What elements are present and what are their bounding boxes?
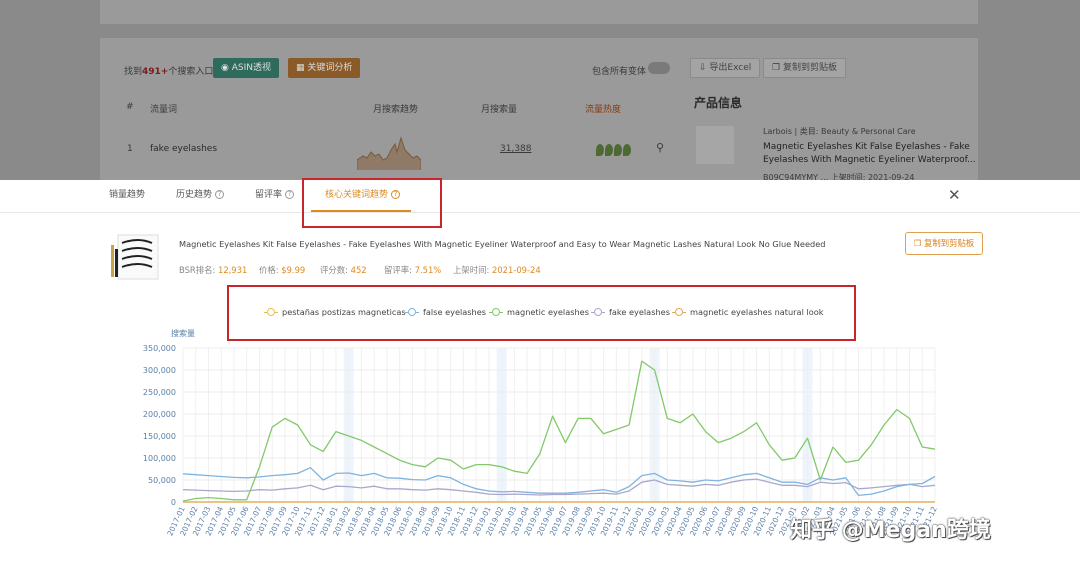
bg-product-title-2[interactable]: Eyelashes With Magnetic Eyeliner Waterpr… xyxy=(763,155,976,165)
col-index-header: # xyxy=(126,102,134,112)
price: 价格: $9.99 xyxy=(259,265,306,275)
y-axis-title: 搜索量 xyxy=(171,328,195,338)
close-icon[interactable]: ✕ xyxy=(948,186,961,204)
row-volume[interactable]: 31,388 xyxy=(500,144,532,154)
legend-marker-icon xyxy=(405,308,419,316)
row-index: 1 xyxy=(127,144,133,154)
series-line-false-eyelashes xyxy=(182,467,936,497)
y-tick-label: 300,000 xyxy=(143,366,176,375)
background-card-top xyxy=(100,0,978,24)
help-icon[interactable]: ? xyxy=(215,190,225,199)
asin-view-button[interactable]: ◉ ASIN透视 xyxy=(213,58,279,78)
y-tick-label: 200,000 xyxy=(143,410,176,419)
col-keyword-header: 流量词 xyxy=(150,105,178,115)
row-keyword[interactable]: fake eyelashes xyxy=(150,144,217,154)
product-thumbnail xyxy=(111,234,159,280)
legend-item-false-eyelashes[interactable]: false eyelashes xyxy=(405,307,486,317)
copy-icon: ❐ xyxy=(772,63,783,73)
copy-icon: ❐ xyxy=(913,238,924,248)
y-tick-label: 0 xyxy=(171,498,176,507)
highlight-box-tab xyxy=(302,178,442,228)
product-title[interactable]: Magnetic Eyelashes Kit False Eyelashes -… xyxy=(179,239,825,249)
legend-item-magnetic-eyelashes[interactable]: magnetic eyelashes xyxy=(489,307,589,317)
background-keyword-panel: 找到491+个搜索入口 ◉ ASIN透视 ▦ 关键词分析 包含所有变体 ⇩ 导出… xyxy=(100,38,978,182)
y-tick-label: 150,000 xyxy=(143,432,176,441)
review-count: 评分数: 452 xyxy=(320,265,367,275)
eye-icon: ◉ xyxy=(221,63,232,73)
legend-marker-icon xyxy=(489,308,503,316)
watermark: 知乎 @Megan跨境 xyxy=(790,518,991,543)
include-variants-label: 包含所有变体 xyxy=(592,67,647,77)
tab-history-trend[interactable]: 历史趋势? xyxy=(176,180,225,212)
export-excel-button[interactable]: ⇩ 导出Excel xyxy=(690,58,761,78)
product-thumbnail-bg xyxy=(696,126,734,164)
legend-item-fake-eyelashes[interactable]: fake eyelashes xyxy=(591,307,670,317)
brand-category: Larbois | 类目: Beauty & Personal Care xyxy=(763,127,916,136)
legend-item-natural-look[interactable]: magnetic eyelashes natural look xyxy=(672,307,823,317)
legend-item-pestanas[interactable]: pestañas postizas magneticas xyxy=(264,307,406,317)
search-icon[interactable]: ⚲ xyxy=(656,141,664,154)
bg-product-title-1[interactable]: Magnetic Eyelashes Kit False Eyelashes -… xyxy=(763,142,970,152)
found-label: 找到491+个搜索入口 xyxy=(124,67,214,77)
review-rate: 留评率: 7.51% xyxy=(384,265,442,275)
copy-to-clipboard-button[interactable]: ❐ 复制到剪贴板 xyxy=(905,232,983,255)
col-trend-header: 月搜索趋势 xyxy=(373,105,419,115)
y-tick-label: 100,000 xyxy=(143,454,176,463)
col-heat-header[interactable]: 流量热度 xyxy=(585,102,621,115)
legend-marker-icon xyxy=(672,308,686,316)
y-tick-label: 50,000 xyxy=(148,476,176,485)
legend-marker-icon xyxy=(591,308,605,316)
row-trend-sparkline xyxy=(357,136,421,170)
bsr-rank: BSR排名: 12,931 xyxy=(179,265,248,275)
chart-icon: ▦ xyxy=(296,63,308,73)
legend-marker-icon xyxy=(264,308,278,316)
copy-clipboard-button-bg[interactable]: ❐ 复制到剪贴板 xyxy=(763,58,846,78)
col-volume-header: 月搜索量 xyxy=(481,105,518,115)
product-info-title: 产品信息 xyxy=(694,96,743,110)
help-icon[interactable]: ? xyxy=(285,190,295,199)
tab-review-rate[interactable]: 留评率? xyxy=(255,180,295,212)
y-tick-label: 350,000 xyxy=(143,344,176,353)
tab-sales-trend[interactable]: 销量趋势 xyxy=(109,180,145,212)
include-variants-toggle[interactable] xyxy=(648,62,670,74)
keyword-analysis-button[interactable]: ▦ 关键词分析 xyxy=(288,58,361,78)
chart-tab-bar: 销量趋势 历史趋势? 留评率? 核心关键词趋势? xyxy=(0,180,1080,213)
launch-date: 上架时间: 2021-09-24 xyxy=(453,265,541,275)
y-tick-label: 250,000 xyxy=(143,388,176,397)
download-icon: ⇩ xyxy=(699,63,710,73)
